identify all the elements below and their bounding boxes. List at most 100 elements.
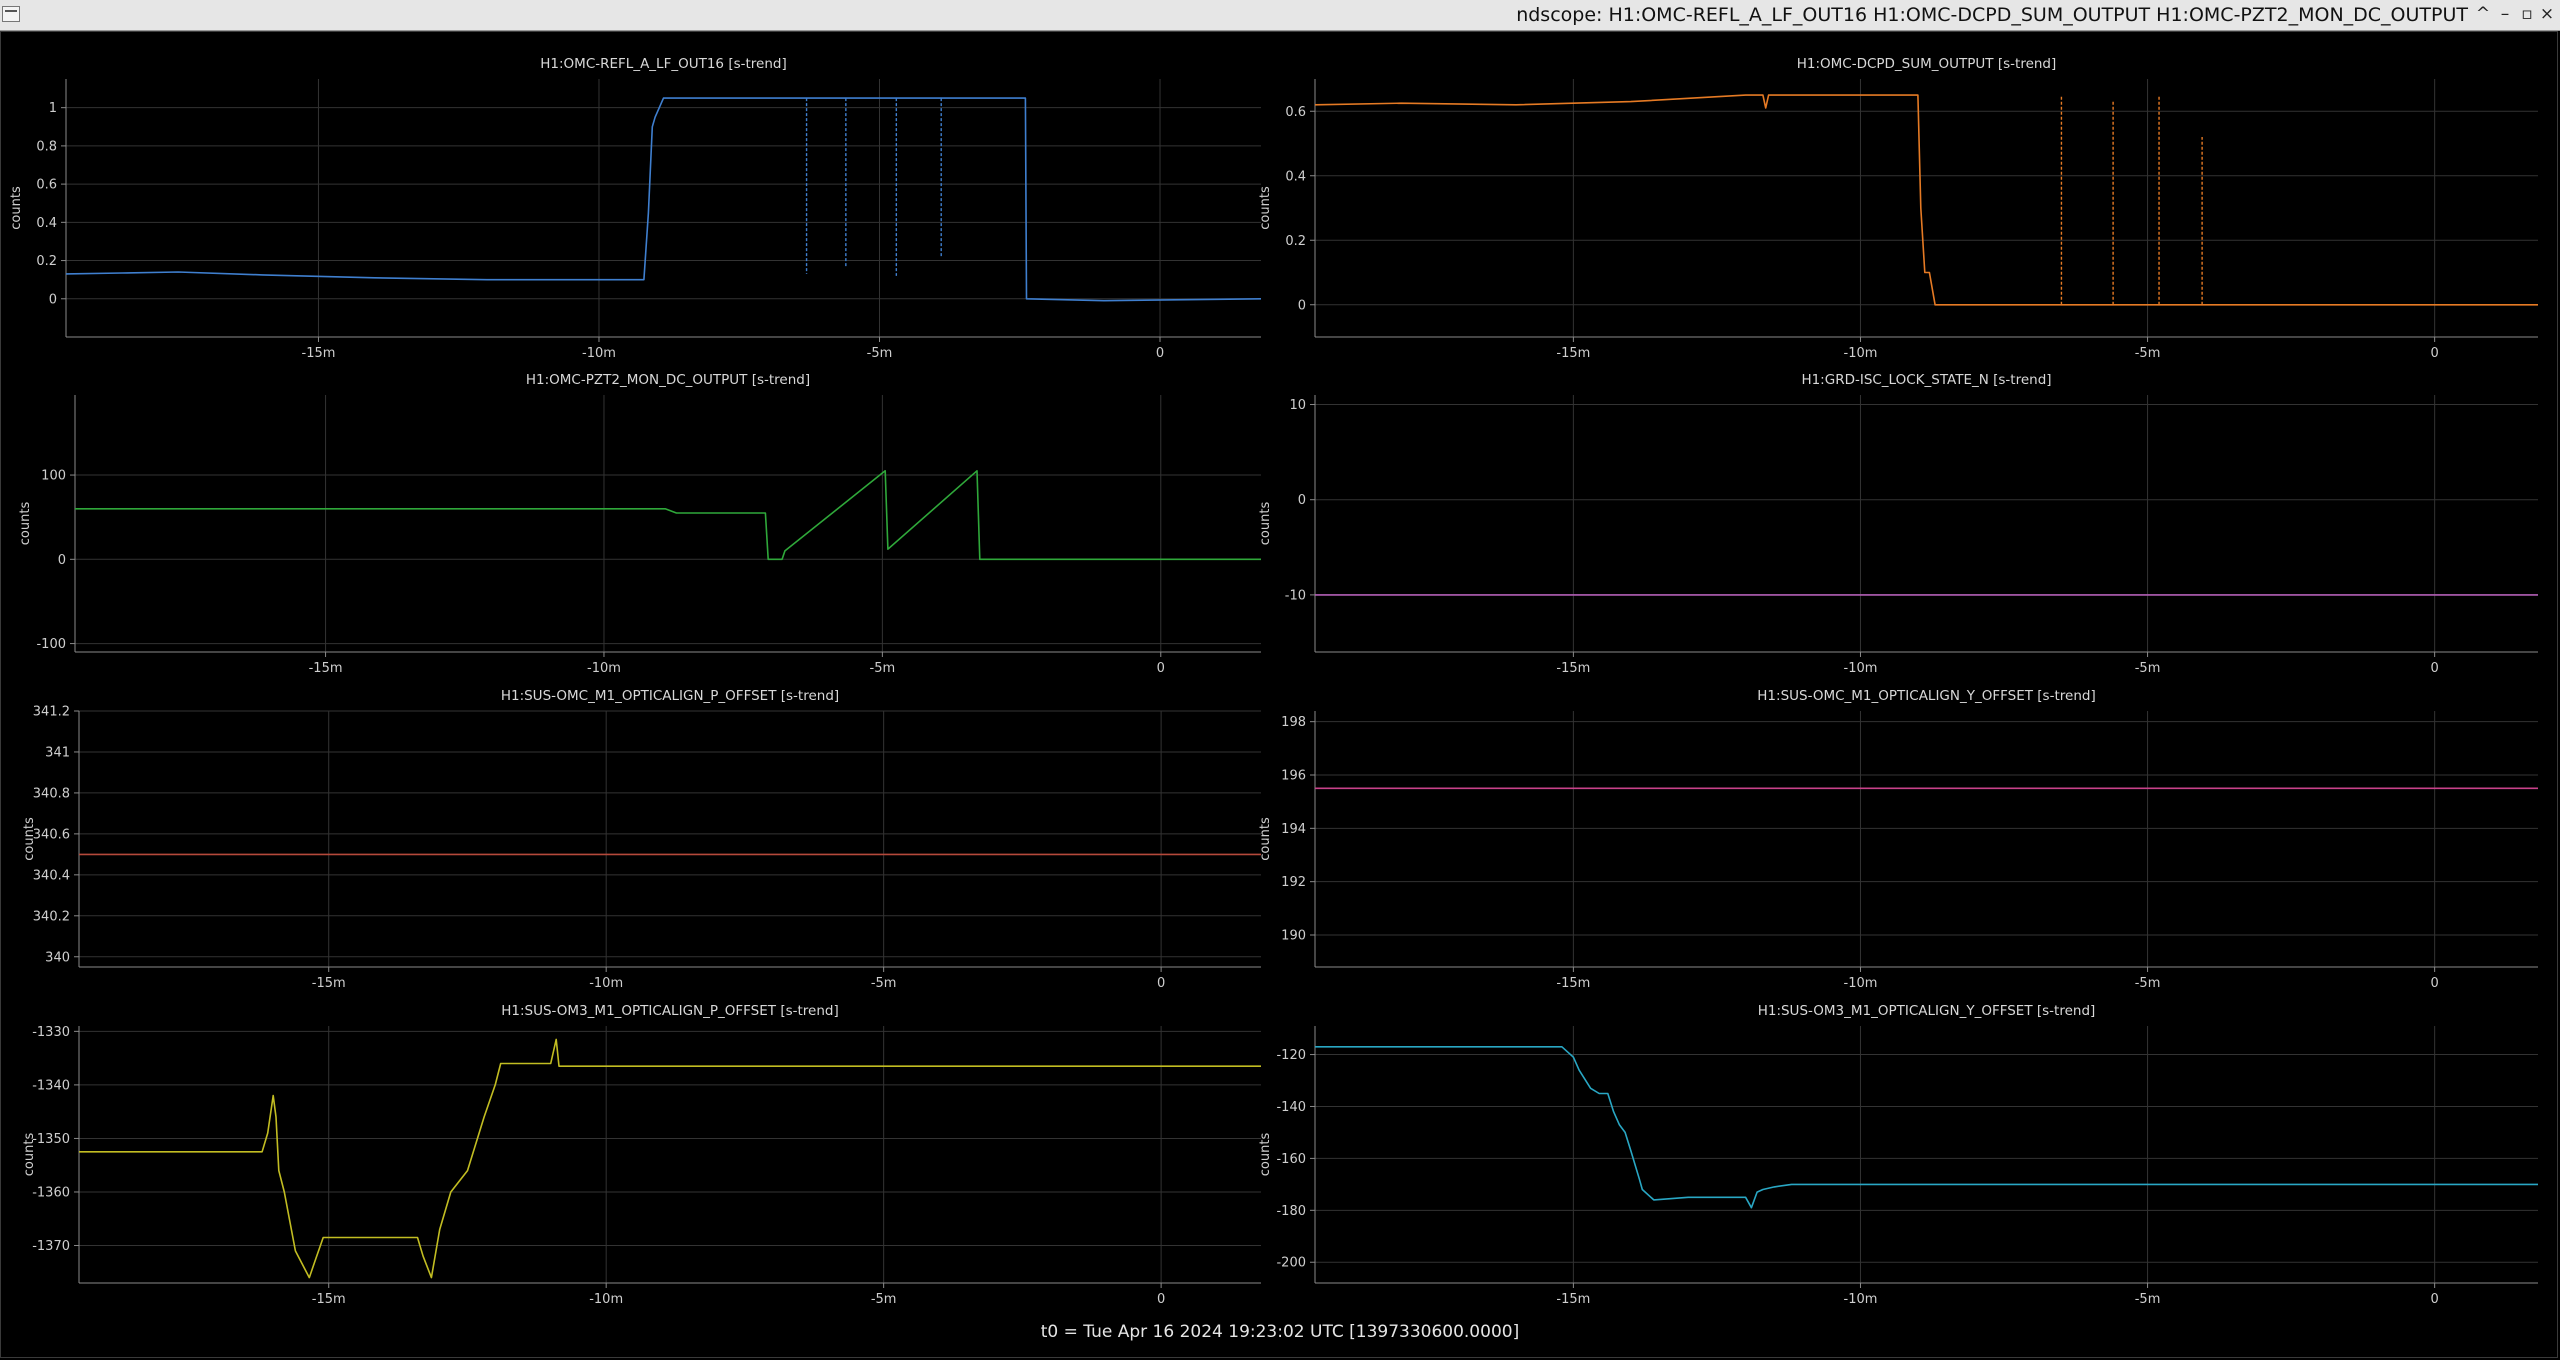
y-tick-label: 0.4 bbox=[36, 216, 57, 231]
y-tick-label: 0.2 bbox=[1285, 234, 1306, 249]
y-tick-label: -1360 bbox=[32, 1185, 70, 1200]
y-tick-label: 340.8 bbox=[33, 786, 70, 801]
y-axis-label: counts bbox=[1258, 186, 1273, 230]
chart-title: H1:OMC-REFL_A_LF_OUT16 [s-trend] bbox=[540, 56, 786, 72]
y-tick-label: 0.8 bbox=[36, 139, 57, 154]
y-tick-label: -1340 bbox=[32, 1078, 70, 1093]
y-tick-label: 0 bbox=[49, 292, 57, 307]
x-tick-label: -10m bbox=[587, 661, 621, 676]
x-tick-label: -5m bbox=[2135, 1292, 2161, 1307]
chart-title: H1:OMC-PZT2_MON_DC_OUTPUT [s-trend] bbox=[526, 372, 810, 388]
x-tick-label: 0 bbox=[2431, 661, 2439, 676]
x-tick-label: -10m bbox=[589, 1292, 623, 1307]
chart-panel-4[interactable]: -15m -10m -5m 0 -10 0 10 H1:GRD-ISC_LOCK_STATE_… bbox=[1258, 372, 2538, 676]
x-tick-label: -5m bbox=[870, 661, 896, 676]
x-tick-label: -5m bbox=[867, 346, 893, 361]
y-tick-label: -200 bbox=[1276, 1256, 1306, 1271]
x-tick-label: -5m bbox=[871, 1292, 897, 1307]
chart-title: H1:SUS-OM3_M1_OPTICALIGN_Y_OFFSET [s-tre… bbox=[1758, 1003, 2096, 1019]
keep-above-button[interactable]: ^ bbox=[2472, 3, 2494, 25]
chart-panel-3[interactable]: -15m -10m -5m 0 -100 0 100 H1:OMC-PZT2_MON_DC_O… bbox=[18, 372, 1261, 676]
x-tick-label: -15m bbox=[1556, 976, 1590, 991]
y-tick-label: 190 bbox=[1281, 929, 1306, 944]
y-tick-label: 196 bbox=[1281, 769, 1306, 784]
x-tick-label: -5m bbox=[2135, 661, 2161, 676]
maximize-button[interactable]: ▫ bbox=[2516, 3, 2538, 25]
y-tick-label: 0.6 bbox=[1285, 105, 1306, 120]
t0-label: t0 = Tue Apr 16 2024 19:23:02 UTC [13973… bbox=[1040, 1322, 1520, 1342]
y-tick-label: 100 bbox=[41, 469, 66, 484]
y-tick-label: -1330 bbox=[32, 1025, 70, 1040]
y-tick-label: 0 bbox=[1298, 493, 1306, 508]
chart-panel-6[interactable]: -15m -10m -5m 0 190 192 194 196 198 H1:SUS-OMC_M1… bbox=[1258, 688, 2538, 991]
x-tick-label: -10m bbox=[1844, 346, 1878, 361]
chart-panel-1[interactable]: -15m -10m -5m 0 0 0.2 0.4 0.6 0.8 1 H1:OMC-REFL_A_… bbox=[9, 56, 1262, 361]
y-tick-label: 340.4 bbox=[33, 868, 70, 883]
y-axis-label: counts bbox=[1258, 502, 1273, 546]
x-tick-label: -15m bbox=[1556, 1292, 1590, 1307]
x-tick-label: -5m bbox=[871, 976, 897, 991]
y-tick-label: -180 bbox=[1276, 1204, 1306, 1219]
y-tick-label: 340.2 bbox=[33, 909, 70, 924]
x-tick-label: 0 bbox=[1156, 346, 1164, 361]
y-axis-label: counts bbox=[18, 502, 33, 546]
x-tick-label: 0 bbox=[2431, 346, 2439, 361]
series-line bbox=[79, 1038, 1261, 1279]
y-tick-label: 341 bbox=[45, 745, 70, 760]
y-tick-label: 341.2 bbox=[33, 705, 70, 720]
y-tick-label: 1 bbox=[49, 101, 57, 116]
close-button[interactable]: × bbox=[2536, 3, 2558, 25]
series-line bbox=[75, 469, 1261, 561]
y-tick-label: -1370 bbox=[32, 1239, 70, 1254]
x-tick-label: 0 bbox=[1157, 661, 1165, 676]
x-tick-label: 0 bbox=[2431, 1292, 2439, 1307]
chart-title: H1:GRD-ISC_LOCK_STATE_N [s-trend] bbox=[1801, 372, 2051, 388]
x-tick-label: -10m bbox=[582, 346, 616, 361]
window-title: ndscope: H1:OMC-REFL_A_LF_OUT16 H1:OMC-D… bbox=[1516, 4, 2468, 26]
x-tick-label: -5m bbox=[2135, 976, 2161, 991]
chart-title: H1:SUS-OM3_M1_OPTICALIGN_P_OFFSET [s-tre… bbox=[501, 1003, 839, 1019]
x-tick-label: 0 bbox=[1157, 976, 1165, 991]
y-tick-label: 0 bbox=[58, 553, 66, 568]
y-tick-label: -1350 bbox=[32, 1132, 70, 1147]
chart-panel-5[interactable]: -15m -10m -5m 0 340 340.2 340.4 340.6 340.8 341 34… bbox=[22, 688, 1261, 991]
minimize-button[interactable]: – bbox=[2494, 3, 2516, 25]
x-tick-label: -5m bbox=[2135, 346, 2161, 361]
y-tick-label: -100 bbox=[36, 637, 66, 652]
y-tick-label: -160 bbox=[1276, 1152, 1306, 1167]
series-line bbox=[1315, 1045, 2538, 1209]
chart-panel-7[interactable]: -15m -10m -5m 0 -1370 -1360 -1350 -1340 -1330 H1:… bbox=[22, 1003, 1261, 1307]
series-line bbox=[1314, 94, 2538, 306]
chart-title: H1:OMC-DCPD_SUM_OUTPUT [s-trend] bbox=[1797, 56, 2057, 72]
x-tick-label: -15m bbox=[1556, 346, 1590, 361]
y-tick-label: -10 bbox=[1285, 588, 1306, 603]
y-axis-label: counts bbox=[9, 186, 24, 230]
y-tick-label: 194 bbox=[1281, 822, 1306, 837]
y-axis-label: counts bbox=[22, 817, 37, 861]
chart-title: H1:SUS-OMC_M1_OPTICALIGN_P_OFFSET [s-tre… bbox=[501, 688, 839, 704]
y-tick-label: 0.6 bbox=[36, 178, 57, 193]
x-tick-label: 0 bbox=[1157, 1292, 1165, 1307]
window-titlebar: ndscope: H1:OMC-REFL_A_LF_OUT16 H1:OMC-D… bbox=[0, 0, 2560, 31]
x-tick-label: -15m bbox=[312, 976, 346, 991]
y-tick-label: 0.4 bbox=[1285, 169, 1306, 184]
y-tick-label: 340 bbox=[45, 950, 70, 965]
x-tick-label: -15m bbox=[312, 1292, 346, 1307]
y-tick-label: 0.2 bbox=[36, 254, 57, 269]
y-tick-label: 0 bbox=[1298, 298, 1306, 313]
x-tick-label: -15m bbox=[302, 346, 336, 361]
chart-panel-2[interactable]: -15m -10m -5m 0 0 0.2 0.4 0.6 H1:OMC-DCPD_SUM_OU… bbox=[1258, 56, 2538, 361]
y-axis-label: counts bbox=[1258, 817, 1273, 861]
y-tick-label: 192 bbox=[1281, 875, 1306, 890]
x-tick-label: -15m bbox=[309, 661, 343, 676]
chart-panel-8[interactable]: -15m -10m -5m 0 -200 -180 -160 -140 -120 H1:SUS-O… bbox=[1258, 1003, 2538, 1307]
window-menu-icon[interactable] bbox=[2, 6, 20, 22]
y-tick-label: -140 bbox=[1276, 1100, 1306, 1115]
x-tick-label: -10m bbox=[1844, 1292, 1878, 1307]
y-tick-label: 10 bbox=[1289, 398, 1306, 413]
y-tick-label: -120 bbox=[1276, 1048, 1306, 1063]
y-tick-label: 340.6 bbox=[33, 827, 70, 842]
y-axis-label: counts bbox=[1258, 1133, 1273, 1177]
x-tick-label: -10m bbox=[1844, 661, 1878, 676]
plots-canvas[interactable]: -15m -10m -5m 0 0 0.2 0.4 0.6 0.8 1 H1:OMC-REFL_A_… bbox=[0, 31, 2560, 1321]
